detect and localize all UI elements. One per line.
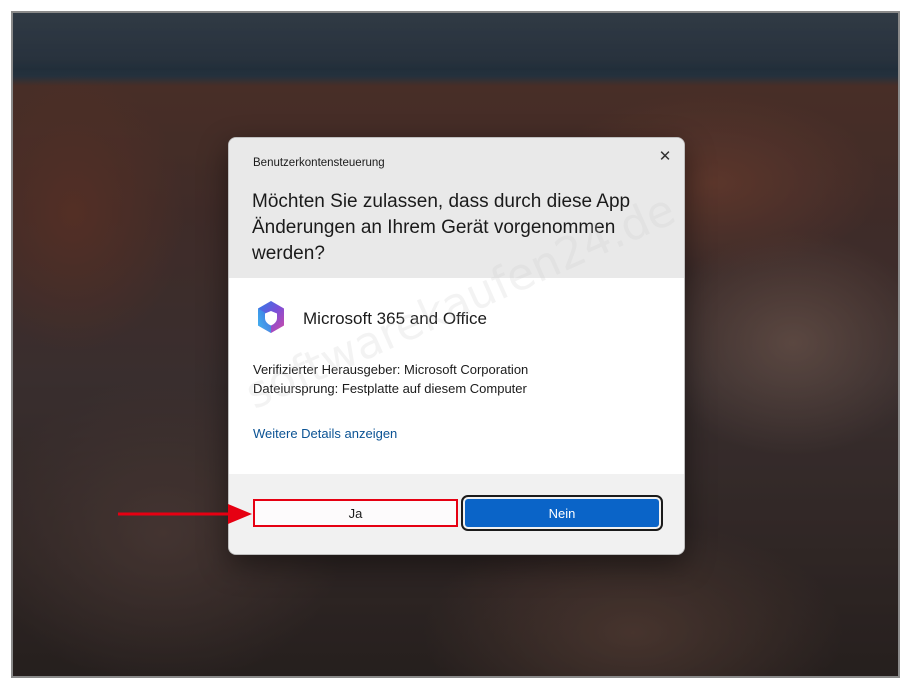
origin-text: Dateiursprung: Festplatte auf diesem Com… — [253, 381, 527, 396]
show-details-link[interactable]: Weitere Details anzeigen — [253, 426, 397, 441]
screenshot-frame: Benutzerkontensteuerung ✕ Möchten Sie zu… — [11, 11, 900, 678]
microsoft-365-icon — [258, 301, 284, 333]
app-info: Verifizierter Herausgeber: Microsoft Cor… — [253, 360, 528, 398]
no-button[interactable]: Nein — [461, 495, 663, 531]
publisher-text: Verifizierter Herausgeber: Microsoft Cor… — [253, 362, 529, 377]
red-arrow-icon — [118, 504, 252, 524]
dialog-title: Benutzerkontensteuerung — [253, 157, 385, 169]
uac-dialog: Benutzerkontensteuerung ✕ Möchten Sie zu… — [228, 137, 685, 555]
yes-button[interactable]: Ja — [253, 499, 458, 527]
app-name: Microsoft 365 and Office — [303, 309, 487, 328]
dialog-question: Möchten Sie zulassen, dass durch diese A… — [252, 191, 631, 264]
close-icon[interactable]: ✕ — [654, 146, 676, 166]
